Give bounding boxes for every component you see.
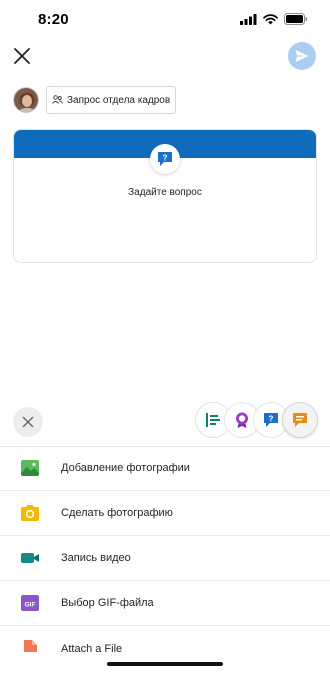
status-icons <box>240 13 308 25</box>
audience-selector[interactable]: Запрос отдела кадров <box>46 86 177 114</box>
action-label: Attach a File <box>61 642 123 653</box>
status-time: 8:20 <box>38 11 69 28</box>
attachment-action-list: Добавление фотографии Сделать фотографию… <box>0 446 330 652</box>
chat-bubble-icon <box>293 413 307 427</box>
action-record-video[interactable]: Запись видео <box>0 536 330 581</box>
people-icon <box>52 95 63 104</box>
action-attach-file[interactable]: Attach a File <box>0 626 330 652</box>
post-type-row: ? <box>0 400 330 442</box>
action-take-photo[interactable]: Сделать фотографию <box>0 491 330 536</box>
question-card: ? Задайте вопрос <box>13 129 317 263</box>
action-label: Сделать фотографию <box>61 507 173 519</box>
post-type-announcement[interactable] <box>282 402 318 438</box>
wifi-icon <box>263 13 278 24</box>
action-choose-gif[interactable]: GIF Выбор GIF-файла <box>0 581 330 626</box>
svg-text:?: ? <box>269 415 274 424</box>
close-icon <box>22 416 34 428</box>
action-label: Запись видео <box>61 552 131 564</box>
dismiss-button[interactable] <box>13 407 43 437</box>
close-button[interactable] <box>10 44 34 68</box>
svg-text:?: ? <box>163 154 168 163</box>
action-label: Добавление фотографии <box>61 462 190 474</box>
file-icon <box>19 638 41 652</box>
video-icon <box>19 547 41 569</box>
svg-text:GIF: GIF <box>25 602 36 609</box>
gif-icon: GIF <box>19 592 41 614</box>
action-add-photo[interactable]: Добавление фотографии <box>0 446 330 491</box>
action-label: Выбор GIF-файла <box>61 597 154 609</box>
send-icon <box>295 50 309 62</box>
audience-label: Запрос отдела кадров <box>67 94 171 106</box>
card-icon-badge: ? <box>150 144 180 174</box>
close-icon <box>14 48 30 64</box>
home-indicator <box>107 662 223 666</box>
question-input[interactable]: Задайте вопрос <box>14 187 316 198</box>
avatar-photo <box>14 88 38 112</box>
status-bar: 8:20 <box>0 0 330 40</box>
battery-icon <box>284 13 308 25</box>
send-button[interactable] <box>288 42 316 70</box>
camera-icon <box>19 502 41 524</box>
avatar[interactable] <box>13 87 39 113</box>
cellular-signal-icon <box>240 13 257 25</box>
badge-icon <box>236 412 248 428</box>
bar-list-icon <box>206 413 220 427</box>
image-icon <box>19 457 41 479</box>
question-bubble-icon: ? <box>264 413 278 427</box>
question-bubble-icon: ? <box>158 152 172 166</box>
audience-row: Запрос отдела кадров <box>13 86 177 114</box>
